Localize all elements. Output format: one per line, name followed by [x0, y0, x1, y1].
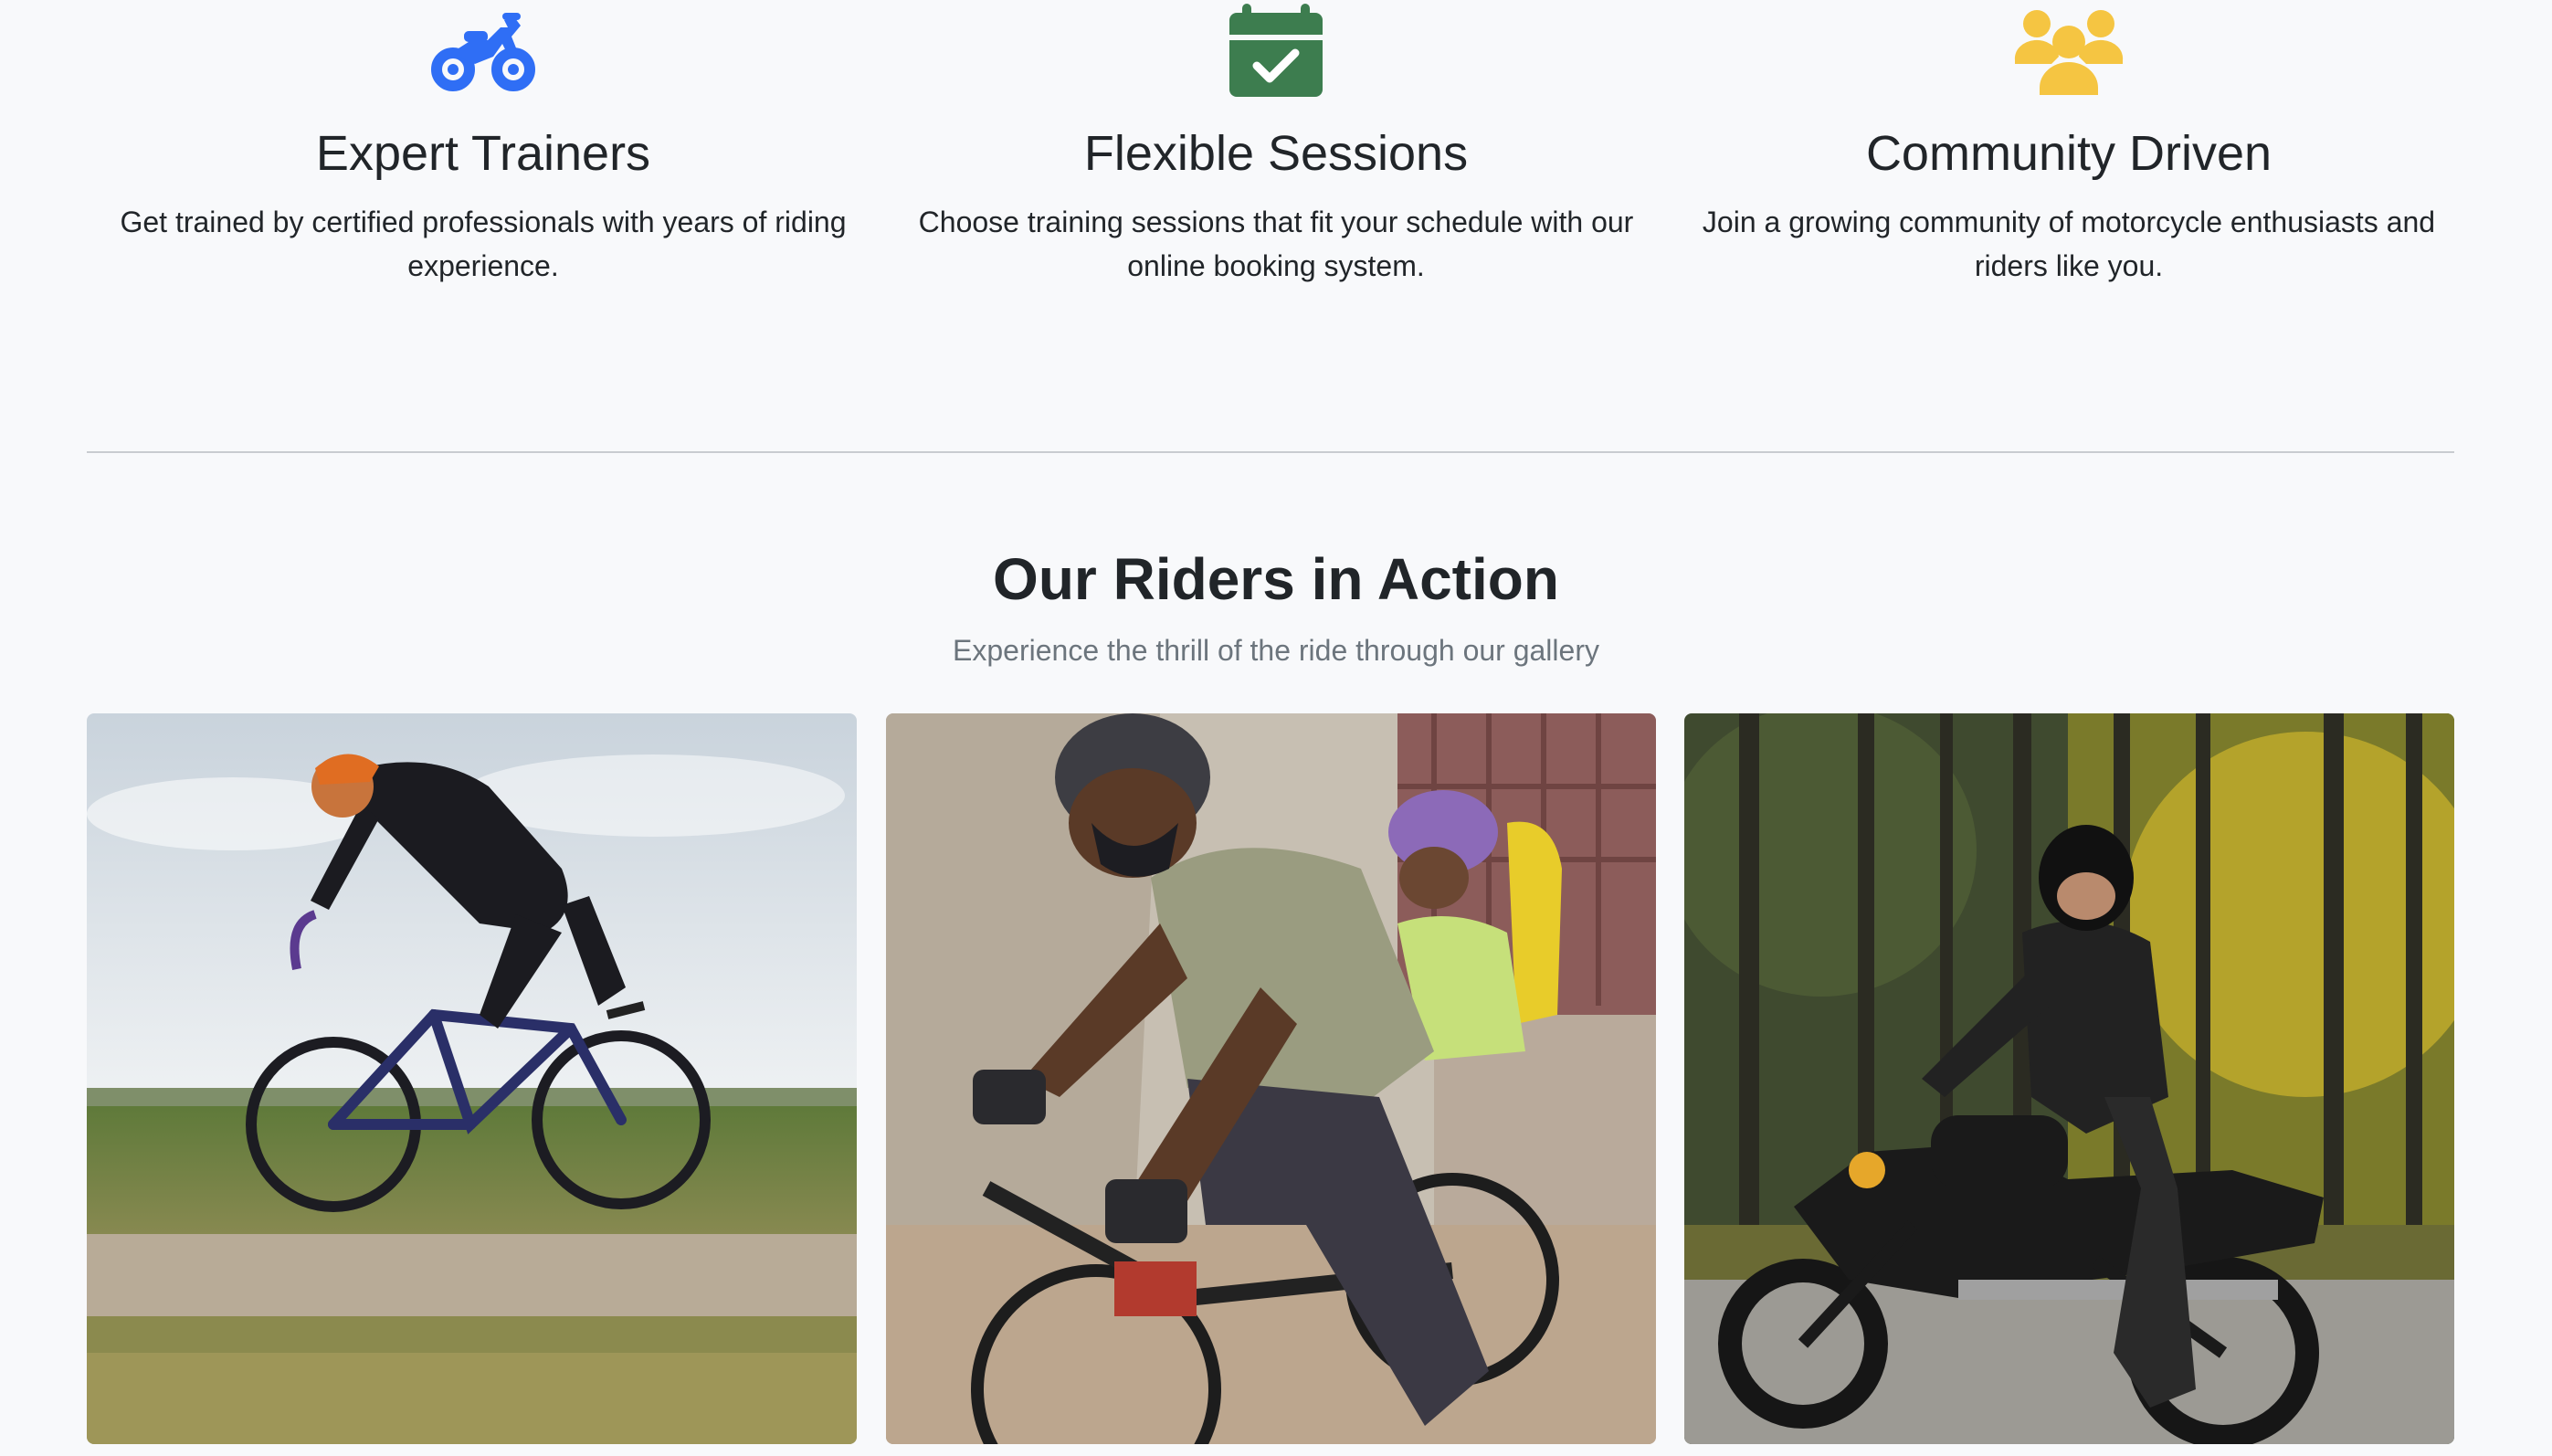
feature-description: Choose training sessions that fit your s… [918, 205, 1634, 282]
gallery-grid [87, 713, 2454, 1444]
feature-title: Expert Trainers [315, 126, 651, 181]
section-divider [87, 451, 2454, 453]
feature-expert-trainers: Expert Trainers Get trained by certified… [87, 0, 880, 301]
gallery-photo-cyclist[interactable] [87, 713, 857, 1444]
gallery-photo-motorcyclist[interactable] [1684, 713, 2454, 1444]
feature-community-driven: Community Driven Join a growing communit… [1672, 0, 2465, 301]
motorcycle-icon [87, 0, 880, 100]
feature-description: Join a growing community of motorcycle e… [1702, 205, 2436, 282]
feature-description: Get trained by certified professionals w… [120, 205, 847, 282]
features-section: Expert Trainers Get trained by certified… [87, 0, 2465, 301]
gallery-title: Our Riders in Action [993, 546, 1559, 612]
users-icon [1672, 0, 2465, 100]
gallery-header: Our Riders in Action Experience the thri… [0, 539, 2552, 672]
gallery-subtitle: Experience the thrill of the ride throug… [953, 634, 1599, 667]
gallery-photo-family-ebike[interactable] [885, 713, 1656, 1444]
feature-title: Flexible Sessions [1083, 126, 1469, 181]
calendar-check-icon [880, 0, 1672, 100]
feature-title: Community Driven [1865, 126, 2273, 181]
feature-flexible-sessions: Flexible Sessions Choose training sessio… [880, 0, 1672, 301]
